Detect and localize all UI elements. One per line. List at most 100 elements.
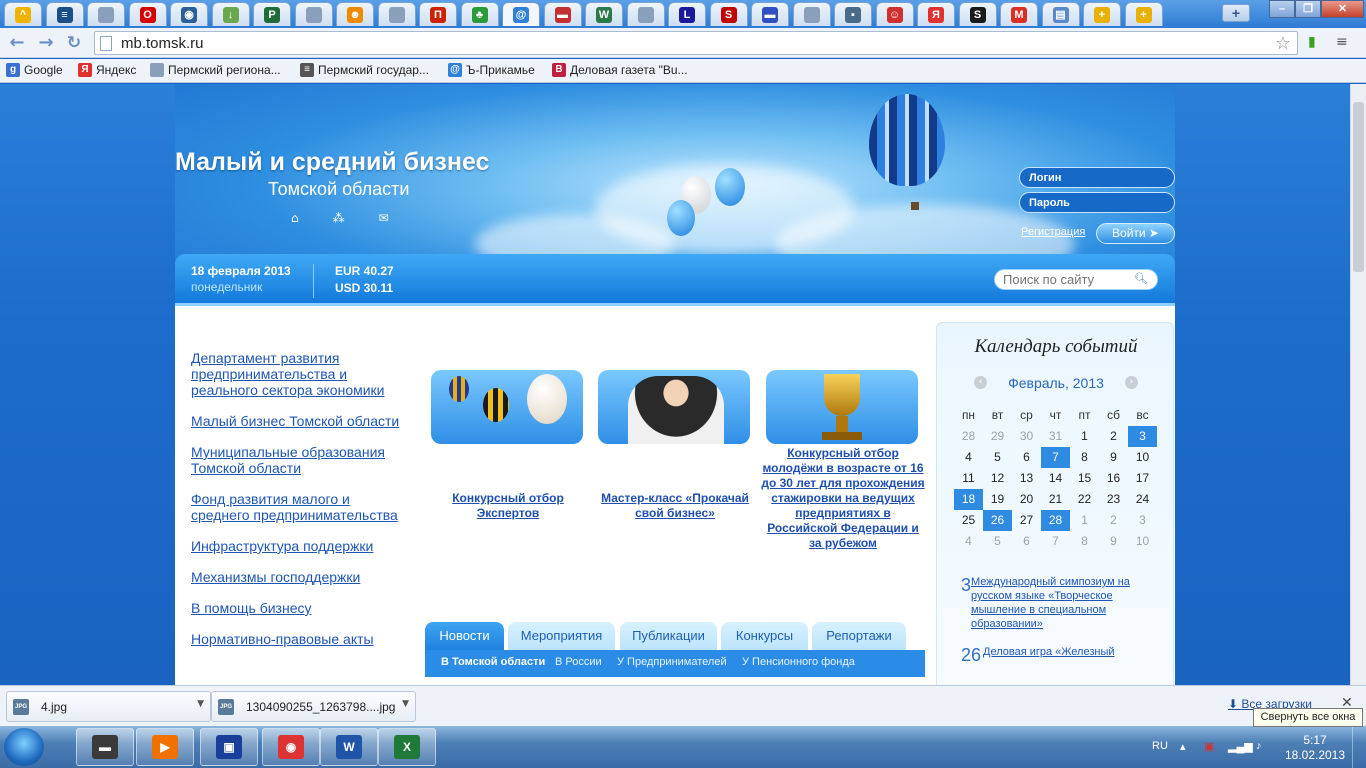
close-window-button[interactable]: ✕ [1321, 0, 1364, 18]
browser-tab[interactable]: P [253, 2, 291, 26]
calendar-day[interactable]: 20 [1012, 489, 1041, 510]
left-nav-link[interactable]: Механизмы господдержки [191, 569, 401, 585]
taskbar-app[interactable]: W [320, 728, 378, 766]
calendar-day[interactable]: 5 [983, 531, 1012, 552]
browser-tab[interactable]: W [585, 2, 623, 26]
bookmark-item[interactable]: B Деловая газета "Bu... [552, 63, 688, 77]
minimize-button[interactable]: – [1269, 0, 1295, 18]
calendar-day[interactable]: 18 [954, 489, 983, 510]
calendar-day[interactable]: 3 [1128, 510, 1157, 531]
left-nav-link[interactable]: Инфраструктура поддержки [191, 538, 401, 554]
extension-bars-icon[interactable]: ▮ [1308, 34, 1316, 50]
download-item[interactable]: JPG 4.jpg ▼ [6, 691, 211, 722]
taskbar-app[interactable]: ▬ [76, 728, 134, 766]
browser-tab[interactable]: ↓ [211, 2, 250, 26]
calendar-day[interactable]: 24 [1128, 489, 1157, 510]
event-link[interactable]: Деловая игра «Железный [983, 645, 1115, 666]
restore-button[interactable]: ❐ [1295, 0, 1321, 18]
left-nav-link[interactable]: Нормативно-правовые акты [191, 631, 401, 647]
download-item[interactable]: JPG 1304090255_1263798....jpg ▼ [211, 691, 416, 722]
browser-tab[interactable] [87, 2, 125, 26]
calendar-day[interactable]: 14 [1041, 468, 1070, 489]
promo-experts-image[interactable] [431, 370, 583, 444]
calendar-day[interactable]: 10 [1128, 447, 1157, 468]
calendar-day[interactable]: 15 [1070, 468, 1099, 489]
bookmark-star-icon[interactable]: ☆ [1275, 33, 1291, 54]
promo-youth-link[interactable]: Конкурсный отбор молодёжи в возрасте от … [761, 446, 925, 551]
subtab-tomsk[interactable]: В Томской области [441, 656, 545, 668]
taskbar-app[interactable]: ▶ [136, 728, 194, 766]
search-input[interactable] [1003, 272, 1133, 287]
browser-tab[interactable]: + [1124, 2, 1163, 26]
calendar-day[interactable]: 30 [1012, 426, 1041, 447]
chevron-down-icon[interactable]: ▼ [402, 699, 409, 709]
calendar-day[interactable]: 31 [1041, 426, 1070, 447]
browser-tab[interactable]: ☻ [336, 2, 374, 26]
calendar-day[interactable]: 9 [1099, 447, 1128, 468]
calendar-day[interactable]: 28 [1041, 510, 1070, 531]
browser-tab[interactable]: @ [502, 2, 540, 26]
calendar-day[interactable]: 3 [1128, 426, 1157, 447]
network-alert-icon[interactable]: ▣ [1204, 740, 1214, 753]
left-nav-link[interactable]: Малый бизнес Томской области [191, 413, 401, 429]
calendar-day[interactable]: 16 [1099, 468, 1128, 489]
browser-tab[interactable]: S [709, 2, 748, 26]
calendar-day[interactable]: 29 [983, 426, 1012, 447]
search-icon[interactable]: 🔍︎ [1134, 272, 1148, 285]
sitemap-icon[interactable]: ⁂ [333, 211, 345, 225]
calendar-day[interactable]: 13 [1012, 468, 1041, 489]
home-icon[interactable]: ⌂ [291, 211, 299, 225]
calendar-day[interactable]: 23 [1099, 489, 1128, 510]
volume-icon[interactable]: ♪ [1256, 740, 1262, 752]
browser-tab[interactable]: ▬ [543, 2, 582, 26]
subtab-pension-fund[interactable]: У Пенсионного фонда [742, 656, 855, 668]
bookmark-item[interactable]: Я Яндекс [78, 63, 136, 77]
calendar-day[interactable]: 27 [1012, 510, 1041, 531]
chevron-down-icon[interactable]: ▼ [197, 699, 204, 709]
calendar-day[interactable]: 11 [954, 468, 983, 489]
calendar-day[interactable]: 8 [1070, 531, 1099, 552]
calendar-day[interactable]: 7 [1041, 531, 1070, 552]
taskbar-app[interactable]: ▣ [200, 728, 258, 766]
password-field[interactable] [1019, 192, 1175, 213]
subtab-russia[interactable]: В России [555, 656, 602, 668]
promo-masterclass-link[interactable]: Мастер-класс «Прокачай свой бизнес» [599, 491, 751, 521]
calendar-day[interactable]: 9 [1099, 531, 1128, 552]
calendar-day[interactable]: 6 [1012, 531, 1041, 552]
subtab-entrepreneurs[interactable]: У Предпринимателей [617, 656, 727, 668]
bookmark-item[interactable]: @ Ъ-Прикамье [448, 63, 535, 77]
browser-tab[interactable] [792, 2, 831, 26]
promo-masterclass-image[interactable] [598, 370, 750, 444]
browser-tab[interactable]: ≡ [45, 2, 84, 26]
new-tab-button[interactable]: + [1222, 4, 1250, 22]
browser-tab[interactable]: П [419, 2, 457, 26]
url-text[interactable]: mb.tomsk.ru [121, 35, 204, 52]
calendar-day[interactable]: 26 [983, 510, 1012, 531]
calendar-day[interactable]: 19 [983, 489, 1012, 510]
bookmark-item[interactable]: ≡ Пермский государ... [300, 63, 429, 77]
left-nav-link[interactable]: В помощь бизнесу [191, 600, 401, 616]
show-desktop-button[interactable] [1352, 726, 1366, 768]
calendar-day[interactable]: 21 [1041, 489, 1070, 510]
calendar-day[interactable]: 2 [1099, 510, 1128, 531]
calendar-event[interactable]: 26 Деловая игра «Железный [961, 645, 1161, 666]
scrollbar-thumb[interactable] [1353, 102, 1364, 272]
login-button[interactable]: Войти ➤ [1096, 223, 1175, 244]
calendar-day[interactable]: 6 [1012, 447, 1041, 468]
calendar-day[interactable]: 22 [1070, 489, 1099, 510]
browser-tab[interactable]: O [128, 2, 167, 26]
calendar-day[interactable]: 17 [1128, 468, 1157, 489]
browser-tab[interactable]: L [668, 2, 706, 26]
calendar-day[interactable]: 7 [1041, 447, 1070, 468]
mail-icon[interactable]: ✉ [379, 211, 389, 225]
browser-tab[interactable]: ▪ [834, 2, 872, 26]
tab-reports[interactable]: Репортажи [812, 622, 906, 650]
browser-tab[interactable]: + [1083, 2, 1121, 26]
page-scrollbar[interactable] [1350, 84, 1366, 685]
browser-tab[interactable]: ▬ [751, 2, 789, 26]
calendar-day[interactable]: 5 [983, 447, 1012, 468]
browser-tab[interactable]: ▤ [1041, 2, 1080, 26]
browser-tab[interactable]: ☺ [875, 2, 914, 26]
language-indicator[interactable]: RU [1152, 740, 1168, 752]
tab-events[interactable]: Мероприятия [508, 622, 615, 650]
